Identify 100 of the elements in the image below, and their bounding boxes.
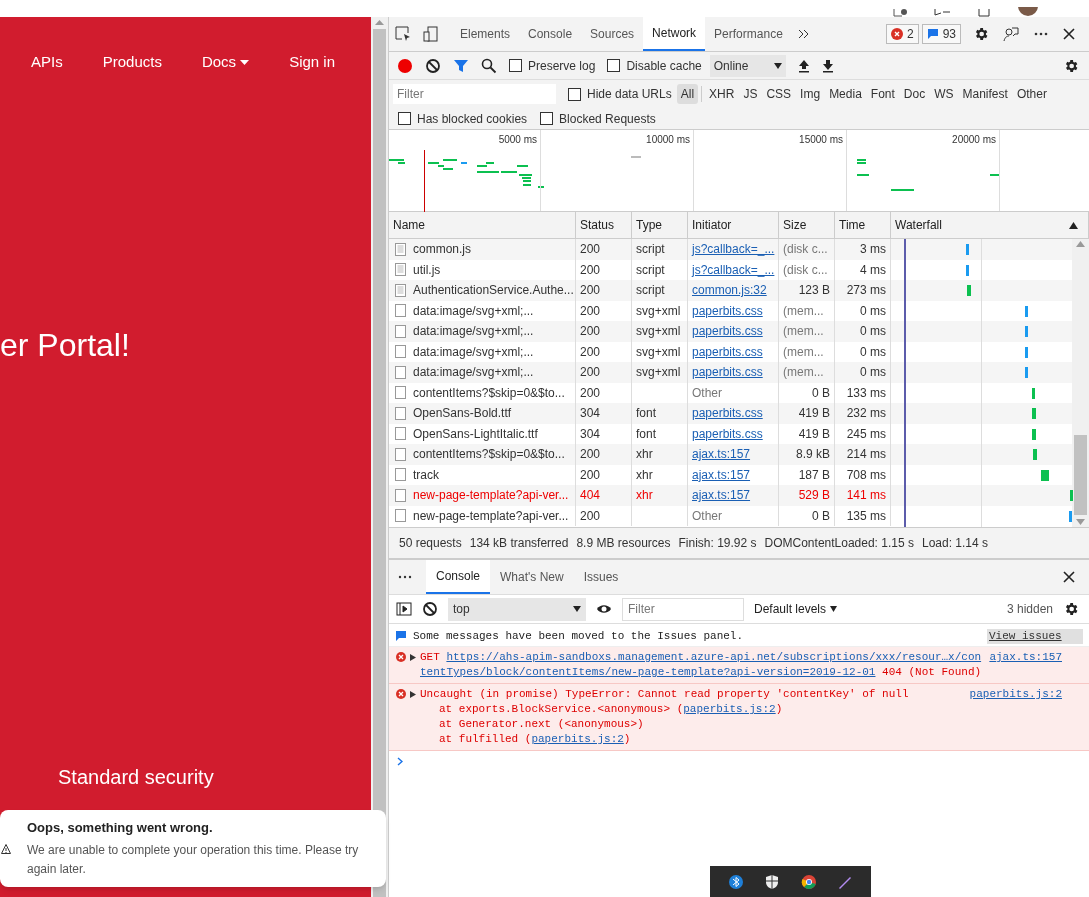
clear-icon[interactable]: [422, 601, 438, 617]
source-link[interactable]: paperbits.js:2: [531, 733, 624, 745]
error-count-badge[interactable]: 2: [885, 24, 919, 44]
initiator-link[interactable]: js?callback=_...: [692, 240, 775, 259]
scrollbar-thumb[interactable]: [373, 29, 386, 897]
prompt-chevron-icon[interactable]: [397, 756, 403, 766]
type-filter-button[interactable]: Doc: [899, 84, 930, 104]
initiator-link[interactable]: common.js:32: [692, 281, 767, 300]
settings-icon[interactable]: [1063, 601, 1079, 617]
type-filter-button[interactable]: All: [676, 84, 699, 104]
device-toolbar-icon[interactable]: [423, 26, 439, 42]
message-count-badge[interactable]: 93: [921, 24, 961, 44]
filter-field[interactable]: Filter: [393, 84, 556, 104]
source-link[interactable]: paperbits.js:2: [683, 703, 776, 715]
expand-triangle-icon[interactable]: [410, 691, 416, 698]
source-link[interactable]: paperbits.js:2: [969, 688, 1062, 700]
feedback-icon[interactable]: [1003, 26, 1019, 42]
request-name: new-page-template?api-ver...: [413, 507, 569, 525]
request-row[interactable]: data:image/svg+xml;... 200 svg+xml paperbits.css (mem... 0 ms: [389, 321, 1072, 342]
column-header[interactable]: Time: [835, 212, 891, 238]
expand-triangle-icon[interactable]: [410, 654, 416, 661]
summary-text: DOMContentLoaded: 1.15 s: [764, 535, 914, 552]
inspect-element-icon[interactable]: [395, 26, 411, 42]
request-url-link[interactable]: tentTypes/block/contentItems/new-page-template?api-version=2019-12-01: [420, 666, 876, 678]
initiator-link[interactable]: paperbits.css: [692, 342, 763, 361]
filter-icon[interactable]: [453, 57, 469, 74]
initiator-link[interactable]: ajax.ts:157: [692, 445, 751, 464]
request-row[interactable]: data:image/svg+xml;... 200 svg+xml paperbits.css (mem... 0 ms: [389, 362, 1072, 383]
log-levels-select[interactable]: Default levels: [754, 600, 838, 618]
type-filter-button[interactable]: Img: [796, 84, 825, 104]
initiator-link[interactable]: ajax.ts:157: [692, 486, 751, 505]
context-select[interactable]: top: [448, 597, 586, 621]
sidebar-toggle-icon[interactable]: [396, 601, 412, 617]
checkbox[interactable]: Blocked Requests: [540, 109, 656, 128]
bluetooth-icon[interactable]: [728, 873, 745, 890]
type-filter-button[interactable]: Manifest: [958, 84, 1012, 104]
column-header[interactable]: Size: [779, 212, 835, 238]
throttling-select[interactable]: Online: [709, 54, 786, 77]
initiator-link[interactable]: paperbits.css: [692, 424, 763, 443]
settings-icon[interactable]: [1063, 57, 1079, 74]
checkbox[interactable]: Disable cache: [607, 56, 702, 75]
devtools-tab[interactable]: Sources: [581, 17, 644, 51]
drawer-tab[interactable]: Issues: [573, 560, 629, 594]
type-filter-button[interactable]: CSS: [762, 84, 796, 104]
request-row[interactable]: OpenSans-Bold.ttf 304 font paperbits.css 419 B 232 ms: [389, 403, 1072, 424]
nav-link[interactable]: Sign in: [289, 51, 335, 74]
type-filter-button[interactable]: Media: [825, 84, 866, 104]
request-row[interactable]: new-page-template?api-ver... 404 xhr ajax.ts:157 529 B 141 ms: [389, 485, 1072, 506]
initiator-link[interactable]: ajax.ts:157: [692, 465, 751, 484]
browser-icon[interactable]: [800, 873, 817, 890]
column-header[interactable]: Type: [632, 212, 688, 238]
initiator-link[interactable]: paperbits.css: [692, 404, 763, 423]
table-scrollbar[interactable]: [1072, 239, 1089, 527]
checkbox[interactable]: Preserve log: [509, 56, 596, 75]
filter-field[interactable]: Filter: [622, 597, 744, 621]
page-scrollbar[interactable]: [371, 17, 388, 897]
close-icon[interactable]: [1061, 26, 1077, 42]
checkbox[interactable]: Has blocked cookies: [398, 109, 528, 128]
source-link[interactable]: ajax.ts:157: [989, 651, 1062, 663]
column-header[interactable]: Initiator: [688, 212, 779, 238]
shield-icon[interactable]: [764, 873, 781, 890]
initiator-link[interactable]: paperbits.css: [692, 363, 763, 382]
type-filter-button[interactable]: Other: [1012, 84, 1051, 104]
nav-link[interactable]: Docs: [201, 51, 250, 74]
devtools-tab[interactable]: Network: [643, 17, 706, 51]
initiator-link[interactable]: paperbits.css: [692, 322, 763, 341]
scrollbar-thumb[interactable]: [1074, 435, 1087, 515]
drawer-tab[interactable]: Console: [426, 560, 491, 594]
close-icon[interactable]: [1061, 569, 1077, 585]
status-code: 200: [580, 302, 601, 320]
type-filter-button[interactable]: WS: [930, 84, 958, 104]
request-row[interactable]: common.js 200 script js?callback=_... (disk c... 3 ms: [389, 239, 1072, 260]
more-tabs-icon[interactable]: [797, 29, 809, 39]
hero-title: er Portal!: [0, 326, 130, 363]
request-url-link[interactable]: https://ahs-apim-sandboxs.management.azure-api.net/subscriptions/xxx/resour…x/con: [446, 651, 982, 663]
nav-link[interactable]: Products: [102, 51, 162, 74]
type-filter-button[interactable]: XHR: [705, 84, 739, 104]
avatar[interactable]: [1017, 7, 1039, 17]
clear-icon[interactable]: [425, 57, 441, 74]
search-icon[interactable]: [481, 57, 497, 74]
column-header[interactable]: Status: [576, 212, 632, 238]
column-header[interactable]: Waterfall: [891, 212, 1089, 238]
type-filter-button[interactable]: JS: [739, 84, 762, 104]
download-icon[interactable]: [821, 58, 834, 73]
checkbox[interactable]: Hide data URLs: [568, 85, 672, 103]
request-row[interactable]: AuthenticationService.Authe... 200 script common.js:32 123 B 273 ms: [389, 280, 1072, 301]
initiator-link[interactable]: js?callback=_...: [692, 260, 775, 279]
drawer-tab[interactable]: What's New: [490, 560, 574, 594]
devtools-tab[interactable]: Console: [519, 17, 582, 51]
view-issues-button[interactable]: View issues: [987, 628, 1083, 644]
type-filter-button[interactable]: Font: [866, 84, 899, 104]
nav-link[interactable]: APIs: [31, 51, 63, 74]
settings-icon[interactable]: [973, 26, 989, 42]
upload-icon[interactable]: [797, 58, 810, 73]
devtools-tab[interactable]: Performance: [705, 17, 792, 51]
column-header[interactable]: Name: [389, 212, 576, 238]
devtools-tab[interactable]: Elements: [451, 17, 520, 51]
initiator-link[interactable]: paperbits.css: [692, 301, 763, 320]
request-row[interactable]: contentItems?$skip=0&$to... 200 xhr ajax.ts:157 8.9 kB 214 ms: [389, 444, 1072, 465]
record-button[interactable]: [397, 57, 413, 74]
